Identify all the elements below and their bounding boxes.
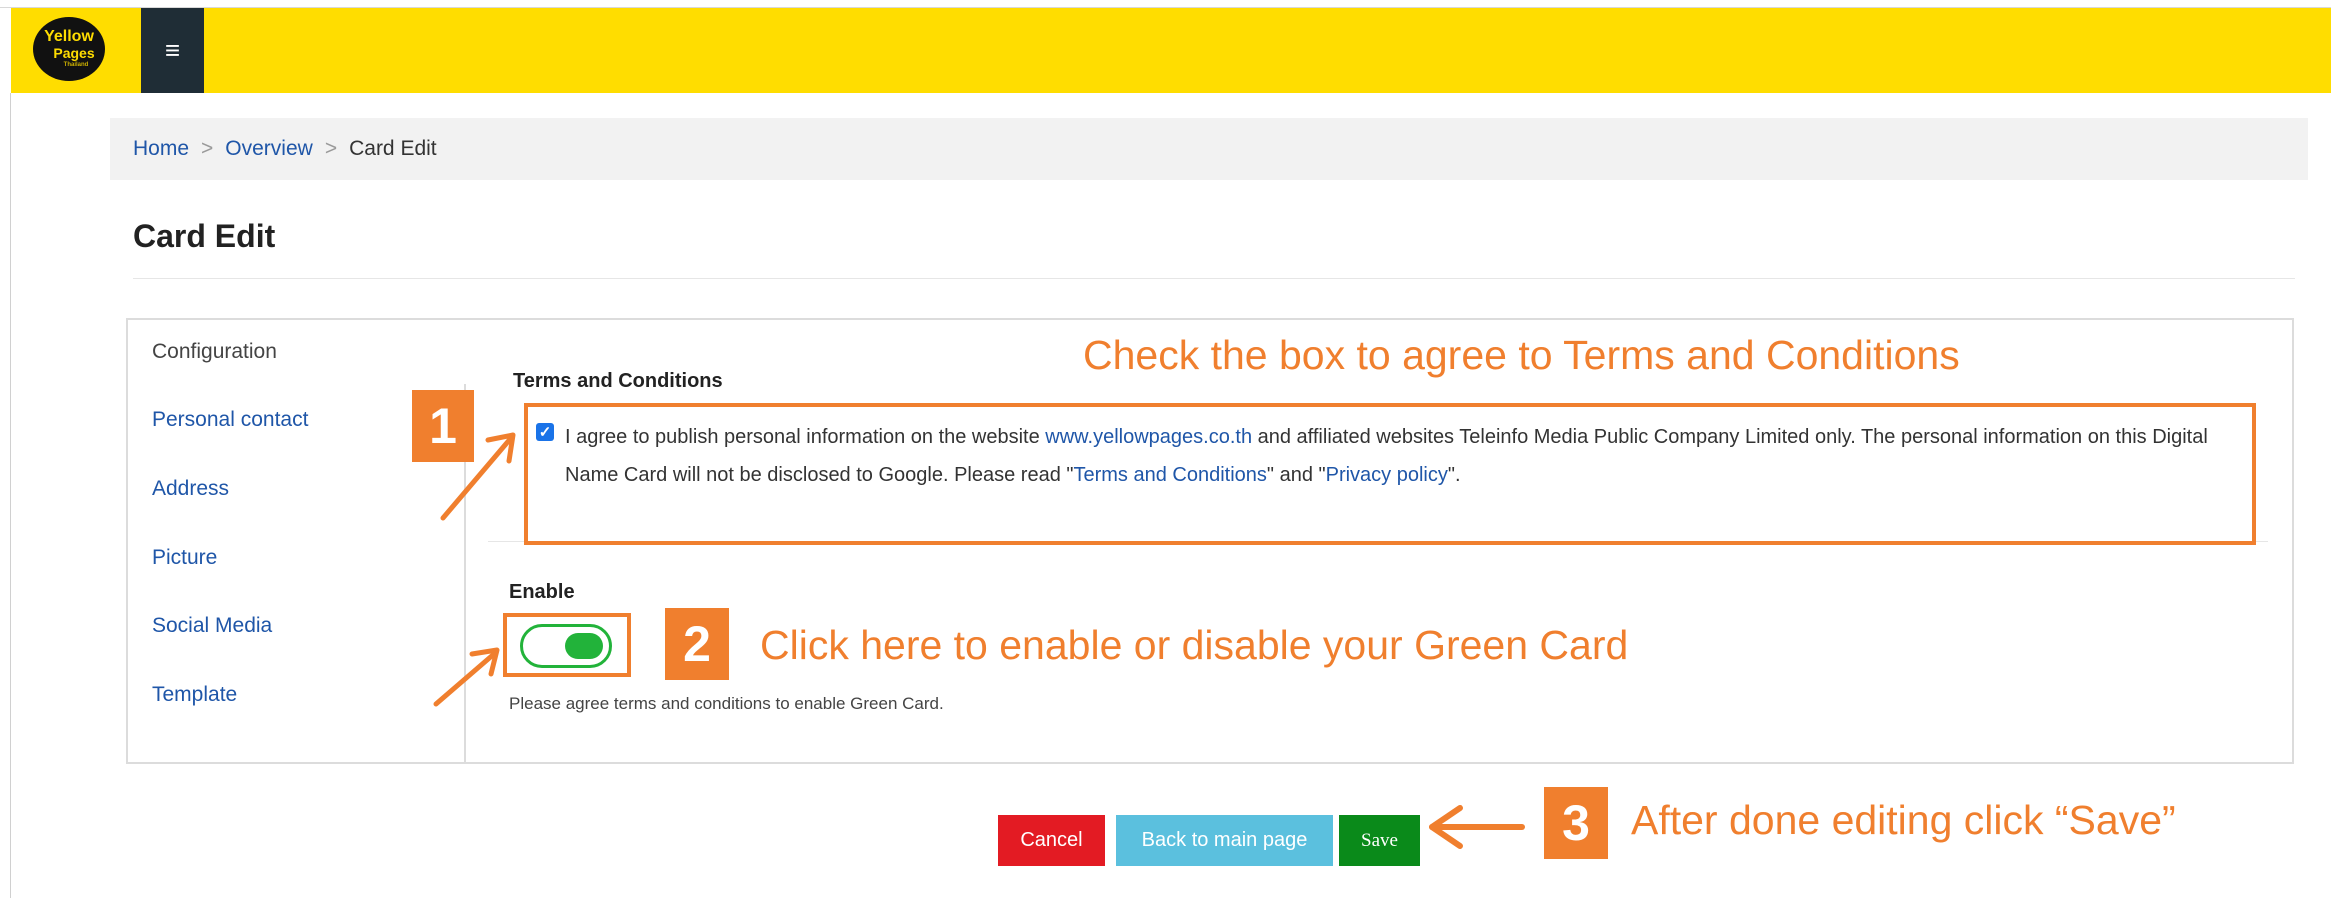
back-to-main-page-button[interactable]: Back to main page [1116,815,1333,866]
breadcrumb-overview-link[interactable]: Overview [225,137,313,161]
save-button[interactable]: Save [1339,815,1420,866]
step3-arrow-icon [1429,805,1525,849]
tab-address[interactable]: Address [152,477,229,501]
enable-heading: Enable [509,581,575,603]
step2-number-badge: 2 [665,608,729,680]
window-top-border [0,0,2331,8]
tab-personal-contact[interactable]: Personal contact [152,408,308,432]
enable-hint-text: Please agree terms and conditions to ena… [509,694,944,713]
page-left-border [10,93,11,898]
step1-number-badge: 1 [412,390,474,462]
terms-heading: Terms and Conditions [513,370,723,392]
hamburger-menu-button[interactable]: ≡ [141,8,204,93]
step3-number-badge: 3 [1544,787,1608,859]
step2-instruction: Click here to enable or disable your Gre… [760,622,1629,668]
breadcrumb-separator: > [324,137,338,160]
step2-highlight-box [503,613,631,677]
page-title: Card Edit [133,218,276,254]
yellow-pages-logo[interactable]: Yellow Pages Thailand [33,17,105,81]
logo-text-line1: Yellow [44,28,94,45]
title-divider [133,278,2295,279]
site-header: Yellow Pages Thailand ≡ [11,8,2331,93]
tab-social-media[interactable]: Social Media [152,614,272,638]
step1-highlight-box [524,403,2256,545]
breadcrumb-current: Card Edit [349,137,437,160]
logo-text-line3: Thailand [63,62,89,68]
settings-tabs: Configuration Personal contact Address P… [126,318,466,764]
breadcrumb: Home > Overview > Card Edit [110,118,2308,180]
breadcrumb-home-link[interactable]: Home [133,137,189,161]
logo-text-line2: Pages [53,45,95,61]
tab-template[interactable]: Template [152,683,237,707]
tab-picture[interactable]: Picture [152,546,217,570]
cancel-button[interactable]: Cancel [998,815,1105,866]
hamburger-icon: ≡ [164,35,181,65]
breadcrumb-separator: > [201,137,214,160]
step3-instruction: After done editing click “Save” [1631,797,2176,843]
step1-instruction: Check the box to agree to Terms and Cond… [1083,332,1960,378]
tab-configuration[interactable]: Configuration [128,320,464,384]
